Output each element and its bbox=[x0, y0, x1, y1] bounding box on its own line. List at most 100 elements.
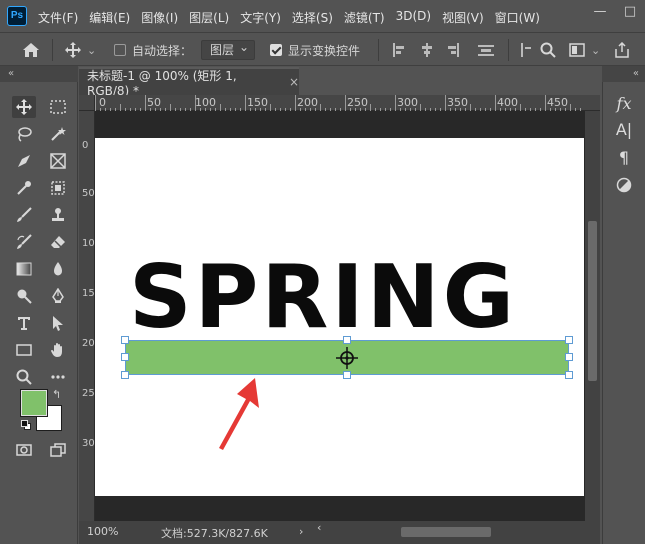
drop-icon bbox=[54, 262, 62, 276]
menu-view[interactable]: 视图(V) bbox=[442, 9, 484, 26]
minimize-button[interactable]: — bbox=[585, 0, 615, 22]
menu-filter[interactable]: 滤镜(T) bbox=[344, 9, 385, 26]
vertical-scroll-thumb[interactable] bbox=[588, 221, 597, 381]
align-right-button[interactable] bbox=[446, 41, 460, 59]
menu-image[interactable]: 图像(I) bbox=[141, 9, 178, 26]
share-button[interactable] bbox=[614, 41, 630, 59]
menu-window[interactable]: 窗口(W) bbox=[495, 9, 540, 26]
reference-point-icon[interactable] bbox=[336, 347, 358, 369]
fx-icon[interactable]: fx bbox=[613, 92, 635, 114]
auto-select-dropdown[interactable]: 图层 bbox=[201, 38, 256, 60]
3d-mode-button[interactable] bbox=[520, 41, 532, 59]
menu-file[interactable]: 文件(F) bbox=[38, 9, 78, 26]
quick-mask-button[interactable] bbox=[12, 439, 36, 461]
marquee-tool[interactable] bbox=[46, 96, 70, 118]
zoom-tool[interactable] bbox=[12, 366, 36, 388]
swap-colors-icon[interactable]: ↰ bbox=[52, 388, 61, 401]
maximize-button[interactable]: □ bbox=[615, 0, 645, 22]
lasso-tool[interactable] bbox=[12, 123, 36, 145]
clone-stamp-tool[interactable] bbox=[46, 204, 70, 226]
blur-tool[interactable] bbox=[46, 258, 70, 280]
align-left-icon bbox=[393, 43, 404, 57]
transform-handle-tl[interactable] bbox=[121, 336, 129, 344]
search-button[interactable] bbox=[540, 41, 556, 59]
transform-handle-ml[interactable] bbox=[121, 353, 129, 361]
default-colors-icon[interactable] bbox=[21, 420, 31, 430]
brush-tool[interactable] bbox=[12, 204, 36, 226]
ruler-label: 200 bbox=[297, 96, 318, 109]
ruler-label: 100 bbox=[195, 96, 216, 109]
toolbar-collapse[interactable]: « bbox=[0, 66, 78, 82]
eyedropper-tool[interactable] bbox=[12, 177, 36, 199]
document-tab[interactable]: 未标题-1 @ 100% (矩形 1, RGB/8) * × bbox=[79, 67, 299, 98]
rectangle-tool[interactable] bbox=[12, 339, 36, 361]
align-center-icon bbox=[422, 43, 432, 57]
zoom-level[interactable]: 100% bbox=[87, 525, 118, 538]
crop-tool[interactable] bbox=[12, 150, 36, 172]
document-tab-title: 未标题-1 @ 100% (矩形 1, RGB/8) * bbox=[87, 68, 237, 98]
divider bbox=[52, 39, 53, 61]
type-tool[interactable] bbox=[12, 312, 36, 334]
frame-tool[interactable] bbox=[46, 150, 70, 172]
menu-3d[interactable]: 3D(D) bbox=[396, 9, 431, 26]
transform-handle-tr[interactable] bbox=[565, 336, 573, 344]
horizontal-ruler[interactable]: 0 50 100 150 200 250 300 350 400 450 bbox=[95, 95, 600, 111]
main-menu: 文件(F) 编辑(E) 图像(I) 图层(L) 文字(Y) 选择(S) 滤镜(T… bbox=[38, 9, 540, 26]
green-rectangle-layer[interactable] bbox=[125, 340, 569, 375]
move-icon bbox=[16, 99, 32, 115]
move-icon bbox=[65, 42, 81, 58]
transform-handle-br[interactable] bbox=[565, 371, 573, 379]
panel-collapse[interactable]: « bbox=[602, 66, 645, 82]
dodge-tool[interactable] bbox=[12, 285, 36, 307]
transform-handle-mr[interactable] bbox=[565, 353, 573, 361]
menu-edit[interactable]: 编辑(E) bbox=[89, 9, 130, 26]
workspace-button[interactable]: ⌄ bbox=[569, 41, 600, 59]
transform-handle-bl[interactable] bbox=[121, 371, 129, 379]
vertical-ruler[interactable]: 0 50 100 150 200 250 300 bbox=[79, 111, 101, 521]
vertical-scrollbar[interactable] bbox=[585, 111, 600, 521]
magic-wand-tool[interactable] bbox=[46, 123, 70, 145]
align-left-button[interactable] bbox=[392, 41, 406, 59]
canvas-text-layer[interactable]: SPRING bbox=[129, 254, 517, 341]
history-brush-tool[interactable] bbox=[12, 231, 36, 253]
rectangle-icon bbox=[16, 344, 32, 356]
auto-select-value[interactable]: 图层 bbox=[201, 38, 256, 60]
horizontal-scrollbar[interactable]: ‹ bbox=[317, 521, 589, 539]
transform-handle-tc[interactable] bbox=[343, 336, 351, 344]
transform-handle-bc[interactable] bbox=[343, 371, 351, 379]
screen-mode-button[interactable] bbox=[46, 439, 70, 461]
frame-icon bbox=[50, 153, 66, 169]
auto-select-checkbox[interactable]: 自动选择： bbox=[114, 41, 192, 59]
foreground-color-swatch[interactable] bbox=[20, 389, 48, 417]
ruler-corner[interactable] bbox=[79, 95, 95, 111]
ruler-label: 450 bbox=[547, 96, 568, 109]
menu-layer[interactable]: 图层(L) bbox=[189, 9, 229, 26]
menu-select[interactable]: 选择(S) bbox=[292, 9, 333, 26]
align-center-button[interactable] bbox=[420, 41, 434, 59]
home-button[interactable] bbox=[22, 41, 40, 59]
gradient-tool[interactable] bbox=[12, 258, 36, 280]
auto-select-check[interactable] bbox=[114, 44, 126, 56]
move-tool[interactable] bbox=[12, 96, 36, 118]
scroll-left-arrow[interactable]: ‹ bbox=[317, 521, 321, 534]
tools-panel: ↰ bbox=[0, 82, 78, 544]
eraser-tool[interactable] bbox=[46, 231, 70, 253]
horizontal-scroll-thumb[interactable] bbox=[401, 527, 491, 537]
hand-tool[interactable] bbox=[46, 339, 70, 361]
move-tool-preset[interactable]: ⌄ bbox=[64, 41, 96, 59]
character-icon[interactable]: A| bbox=[613, 118, 635, 140]
healing-tool[interactable] bbox=[46, 177, 70, 199]
status-menu-arrow[interactable]: › bbox=[299, 525, 303, 538]
more-tools-button[interactable] bbox=[46, 366, 70, 388]
show-transform-check[interactable] bbox=[270, 44, 282, 56]
distribute-button[interactable] bbox=[478, 41, 494, 59]
adjustment-icon[interactable] bbox=[613, 174, 635, 196]
canvas[interactable]: SPRING bbox=[95, 138, 584, 496]
magic-wand-icon bbox=[51, 127, 66, 141]
pen-tool[interactable] bbox=[46, 285, 70, 307]
close-icon[interactable]: × bbox=[289, 75, 299, 89]
show-transform-checkbox[interactable]: 显示变换控件 bbox=[270, 41, 360, 59]
menu-type[interactable]: 文字(Y) bbox=[240, 9, 281, 26]
paragraph-icon[interactable]: ¶ bbox=[613, 146, 635, 168]
path-selection-tool[interactable] bbox=[46, 312, 70, 334]
